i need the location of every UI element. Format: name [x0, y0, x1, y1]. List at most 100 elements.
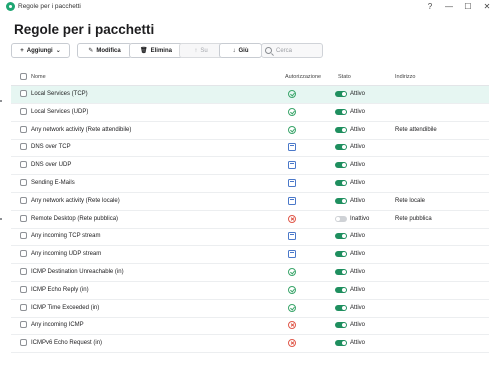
table-row[interactable]: Any incoming TCP stream Attivo: [11, 228, 489, 247]
table-row[interactable]: Any network activity (Rete locale) Attivo…: [11, 193, 489, 211]
table-row[interactable]: DNS over UDP Attivo: [11, 157, 489, 176]
status-label: Attivo: [350, 162, 366, 169]
status-toggle[interactable]: [335, 162, 347, 169]
allow-icon: [288, 107, 296, 116]
table-row[interactable]: ICMP Echo Reply (in) Attivo: [11, 282, 489, 300]
help-button[interactable]: ?: [424, 1, 436, 13]
status-label: Attivo: [350, 197, 366, 204]
table-header: Nome Autorizzazione Stato Indirizzo: [11, 68, 489, 86]
rule-name: ICMP Time Exceeded (in): [31, 304, 100, 311]
column-authorization[interactable]: Autorizzazione: [285, 74, 321, 80]
row-checkbox[interactable]: [20, 268, 27, 275]
status-label: Attivo: [350, 180, 366, 186]
status-label: Attivo: [350, 91, 366, 97]
status-toggle[interactable]: [335, 233, 347, 240]
status-label: Attivo: [350, 126, 366, 133]
minimize-button[interactable]: —: [443, 1, 455, 13]
status-toggle[interactable]: [335, 126, 347, 133]
status-toggle[interactable]: [335, 180, 347, 186]
status-toggle[interactable]: [335, 215, 347, 222]
rule-name: Any incoming TCP stream: [31, 233, 101, 240]
move-up-button-label: Su: [200, 47, 208, 54]
table-row[interactable]: ICMP Time Exceeded (in) Attivo: [11, 300, 489, 318]
row-checkbox[interactable]: [20, 285, 27, 293]
table-row[interactable]: Local Services (TCP) Attivo: [11, 86, 489, 104]
status-label: Attivo: [350, 233, 366, 240]
table-row[interactable]: Any network activity (Rete attendibile) A…: [11, 122, 489, 140]
rule-name: Any incoming UDP stream: [31, 251, 102, 258]
row-checkbox[interactable]: [20, 125, 27, 133]
status-toggle[interactable]: [335, 251, 347, 258]
row-checkbox[interactable]: [20, 143, 27, 151]
row-checkbox[interactable]: [20, 179, 27, 186]
add-button-label: Aggiungi: [26, 47, 53, 54]
trash-icon: 🗑: [140, 48, 148, 54]
table-row[interactable]: Remote Desktop (Rete pubblica) Inattivo Re…: [11, 211, 489, 229]
status-label: Attivo: [350, 340, 366, 347]
table-row[interactable]: Any incoming ICMP Attivo: [11, 317, 489, 336]
status-toggle[interactable]: [335, 108, 347, 115]
arrow-up-icon: ↑: [194, 47, 198, 54]
plus-icon: +: [20, 47, 24, 54]
page-title: Regole per i pacchetti: [14, 22, 155, 37]
close-button[interactable]: ✕: [481, 1, 493, 13]
status-label: Attivo: [350, 322, 366, 329]
status-label: Inattivo: [350, 215, 370, 222]
delete-button[interactable]: 🗑 Elimina: [129, 43, 183, 58]
row-checkbox[interactable]: [20, 250, 27, 258]
allow-icon: [288, 125, 296, 134]
block-icon: [288, 321, 296, 330]
table-row[interactable]: ICMP Destination Unreachable (in) Attivo: [11, 264, 489, 282]
status-toggle[interactable]: [335, 304, 347, 311]
row-checkbox[interactable]: [20, 321, 27, 329]
row-checkbox[interactable]: [20, 161, 27, 169]
app-logo-icon: [6, 2, 15, 11]
block-icon: [288, 339, 296, 348]
edit-button[interactable]: ✎ Modifica: [77, 43, 132, 58]
rule-name: Any network activity (Rete attendibile): [31, 126, 132, 133]
row-checkbox[interactable]: [20, 232, 27, 240]
status-toggle[interactable]: [335, 286, 347, 293]
ask-icon: [288, 250, 296, 259]
status-toggle[interactable]: [335, 91, 347, 97]
move-up-button[interactable]: ↑ Su: [179, 43, 223, 58]
row-checkbox[interactable]: [20, 90, 27, 97]
column-address[interactable]: Indirizzo: [395, 74, 415, 80]
maximize-button[interactable]: ☐: [462, 1, 474, 13]
scroll-marker: [0, 100, 2, 102]
delete-button-label: Elimina: [150, 47, 172, 54]
table-row[interactable]: Sending E-Mails Attivo: [11, 175, 489, 193]
status-toggle[interactable]: [335, 144, 347, 151]
address-label: Rete pubblica: [395, 215, 432, 222]
column-name[interactable]: Nome: [31, 74, 46, 80]
rule-name: ICMPv6 Echo Request (in): [31, 340, 103, 347]
status-toggle[interactable]: [335, 322, 347, 329]
select-all-checkbox[interactable]: [20, 73, 27, 80]
search-placeholder: Cerca: [276, 47, 293, 54]
move-down-button[interactable]: ↓ Giù: [219, 43, 262, 58]
table-row[interactable]: DNS over TCP Attivo: [11, 139, 489, 158]
table-row[interactable]: ICMPv6 Echo Request (in) Attivo: [11, 335, 489, 354]
search-input[interactable]: Cerca: [261, 43, 323, 58]
rule-name: ICMP Destination Unreachable (in): [31, 269, 124, 275]
block-icon: [288, 214, 296, 223]
row-checkbox[interactable]: [20, 214, 27, 222]
row-checkbox[interactable]: [20, 107, 27, 115]
table-row[interactable]: Local Services (UDP) Attivo: [11, 104, 489, 122]
row-checkbox[interactable]: [20, 303, 27, 311]
status-toggle[interactable]: [335, 340, 347, 347]
status-label: Attivo: [350, 286, 366, 293]
add-button[interactable]: + Aggiungi ⌄: [11, 43, 70, 58]
title-bar: Regole per i pacchetti ? — ☐ ✕: [0, 0, 500, 14]
edit-button-label: Modifica: [96, 47, 121, 54]
status-label: Attivo: [350, 304, 366, 311]
table-row[interactable]: Any incoming UDP stream Attivo: [11, 246, 489, 265]
row-checkbox[interactable]: [20, 196, 27, 204]
status-toggle[interactable]: [335, 269, 347, 275]
address-label: Rete attendibile: [395, 126, 437, 133]
row-checkbox[interactable]: [20, 339, 27, 347]
ask-icon: [288, 143, 296, 152]
allow-icon: [288, 268, 296, 276]
status-toggle[interactable]: [335, 197, 347, 204]
column-status[interactable]: Stato: [338, 74, 351, 80]
